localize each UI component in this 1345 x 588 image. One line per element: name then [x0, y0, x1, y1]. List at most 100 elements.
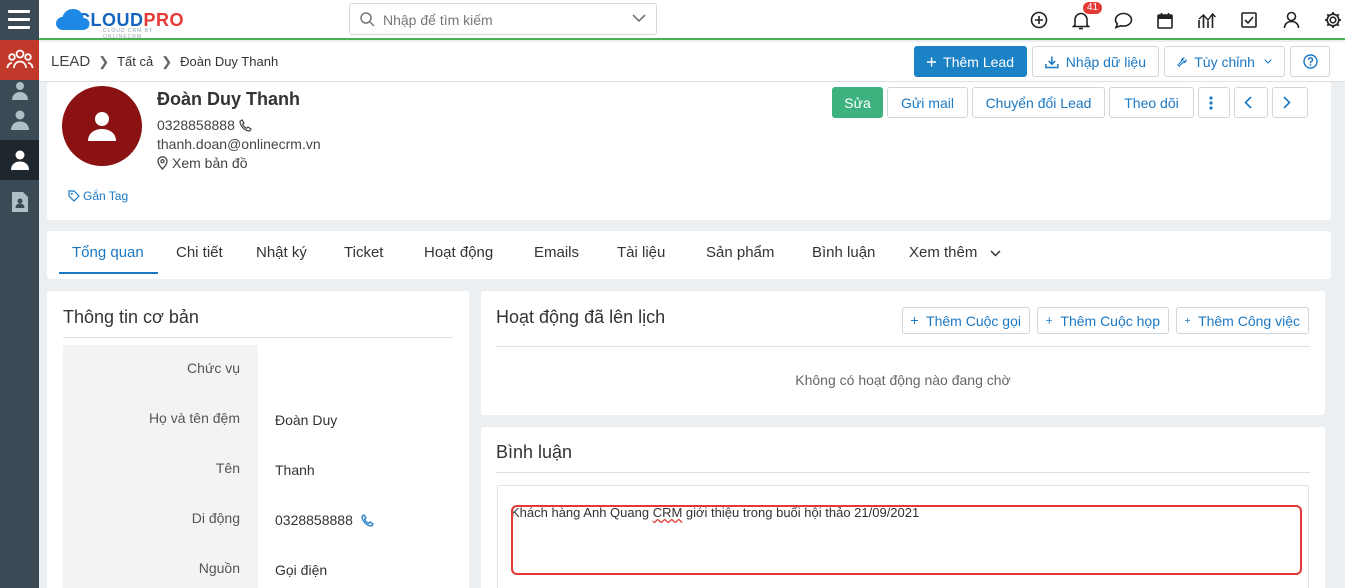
lead-email[interactable]: thanh.doan@onlinecrm.vn — [157, 136, 321, 152]
breadcrumb-bar: LEAD ❯ Tất cả ❯ Đoàn Duy Thanh Thêm Lead… — [39, 42, 1345, 82]
map-pin-icon — [157, 156, 168, 170]
chevron-down-icon[interactable] — [632, 14, 646, 23]
help-icon — [1302, 54, 1318, 69]
notification-badge: 41 — [1083, 2, 1103, 14]
bell-icon[interactable]: 41 — [1060, 0, 1103, 40]
send-mail-button[interactable]: Gửi mail — [887, 87, 968, 118]
lead-header-card: Đoàn Duy Thanh 0328858888 thanh.doan@onl… — [47, 82, 1331, 220]
search-input[interactable] — [383, 9, 623, 31]
tab-more[interactable]: Xem thêm — [909, 244, 1001, 261]
import-data-button[interactable]: Nhập dữ liệu — [1032, 46, 1159, 77]
phone-icon[interactable] — [239, 118, 252, 132]
add-task-button[interactable]: Thêm Công việc — [1176, 307, 1309, 334]
map-link[interactable]: Xem bản đồ — [157, 155, 248, 171]
field-value-source[interactable]: Gọi điện — [275, 562, 327, 578]
chat-icon[interactable] — [1102, 0, 1144, 40]
menu-icon[interactable] — [0, 0, 39, 40]
breadcrumb-filter[interactable]: Tất cả — [117, 54, 153, 69]
empty-activities-message: Không có hoạt động nào đang chờ — [795, 372, 1011, 388]
logo-tagline: CLOUD CRM BY ONLINECRM — [103, 28, 154, 40]
chevron-left-icon — [1243, 96, 1252, 109]
add-task-label: Thêm Công việc — [1198, 312, 1300, 329]
phone-icon[interactable] — [361, 513, 374, 527]
tab-emails[interactable]: Emails — [534, 244, 579, 261]
field-value-mobile[interactable]: 0328858888 — [275, 512, 374, 528]
rail-leads-icon[interactable] — [0, 40, 39, 80]
tab-documents[interactable]: Tài liệu — [617, 244, 665, 261]
field-label-mobile: Di động — [191, 510, 240, 526]
highlight-annotation-box — [511, 505, 1302, 575]
tab-activities[interactable]: Hoạt động — [424, 244, 493, 261]
rail-person-icon[interactable] — [0, 140, 39, 180]
chevron-down-icon — [990, 250, 1001, 257]
more-vertical-icon — [1208, 95, 1213, 110]
add-tag-label: Gắn Tag — [83, 189, 129, 203]
breadcrumb: LEAD ❯ Tất cả ❯ Đoàn Duy Thanh — [51, 53, 278, 70]
lead-phone-line: 0328858888 — [157, 117, 252, 133]
add-lead-label: Thêm Lead — [943, 53, 1014, 70]
mobile-number: 0328858888 — [275, 512, 353, 528]
tab-comments[interactable]: Bình luận — [812, 244, 875, 261]
plus-icon — [1046, 317, 1053, 324]
convert-lead-button[interactable]: Chuyển đổi Lead — [972, 87, 1105, 118]
cloudpro-logo[interactable]: CLOUDPRO CLOUD CRM BY ONLINECRM — [55, 6, 185, 40]
tab-log[interactable]: Nhật ký — [256, 244, 307, 261]
avatar[interactable] — [62, 86, 142, 166]
help-button[interactable] — [1290, 46, 1330, 77]
logo-accent: PRO — [143, 9, 185, 30]
field-label-position: Chức vụ — [187, 360, 240, 376]
add-call-label: Thêm Cuộc gọi — [926, 312, 1021, 329]
previous-record-button[interactable] — [1234, 87, 1268, 118]
scheduled-activities-title: Hoạt động đã lên lịch — [496, 307, 666, 327]
breadcrumb-separator: ❯ — [161, 53, 173, 69]
breadcrumb-separator: ❯ — [98, 53, 110, 69]
follow-button[interactable]: Theo dõi — [1109, 87, 1194, 118]
divider — [496, 346, 1310, 347]
tab-ticket[interactable]: Ticket — [344, 244, 383, 261]
divider — [63, 337, 453, 338]
cloud-logo-icon — [56, 9, 90, 30]
customize-button[interactable]: Tùy chỉnh — [1164, 46, 1285, 77]
person-avatar-icon — [88, 112, 116, 141]
add-lead-button[interactable]: Thêm Lead — [914, 46, 1027, 77]
more-actions-button[interactable] — [1198, 87, 1230, 118]
global-search[interactable] — [349, 3, 657, 35]
search-icon — [360, 12, 375, 27]
field-value-name[interactable]: Thanh — [275, 462, 315, 478]
tab-details[interactable]: Chi tiết — [176, 244, 223, 261]
add-meeting-button[interactable]: Thêm Cuộc họp — [1037, 307, 1169, 334]
edit-button[interactable]: Sửa — [832, 87, 883, 118]
lead-phone: 0328858888 — [157, 117, 235, 133]
tab-overview[interactable]: Tổng quan — [72, 244, 144, 261]
settings-gear-icon[interactable] — [1312, 0, 1345, 40]
download-icon — [1045, 55, 1059, 68]
field-label-first-middle-name: Họ và tên đệm — [148, 410, 240, 426]
comments-title: Bình luận — [496, 442, 573, 462]
top-bar: CLOUDPRO CLOUD CRM BY ONLINECRM 41 — [39, 0, 1345, 40]
field-value-first-middle-name[interactable]: Đoàn Duy — [275, 412, 337, 428]
tab-more-label: Xem thêm — [909, 244, 978, 261]
add-icon[interactable] — [1018, 0, 1060, 40]
calendar-icon[interactable] — [1144, 0, 1186, 40]
basic-info-title: Thông tin cơ bản — [63, 307, 199, 327]
divider — [496, 472, 1310, 473]
rail-contacts-icon[interactable] — [0, 80, 39, 100]
customize-label: Tùy chỉnh — [1194, 53, 1255, 70]
lead-name: Đoàn Duy Thanh — [157, 89, 300, 109]
next-record-button[interactable] — [1272, 87, 1308, 118]
user-profile-icon[interactable] — [1270, 0, 1312, 40]
basic-info-panel: Thông tin cơ bản Chức vụ Họ và tên đệm Đ… — [47, 291, 469, 588]
rail-document-icon[interactable] — [0, 182, 39, 222]
task-check-icon[interactable] — [1228, 0, 1270, 40]
breadcrumb-module[interactable]: LEAD — [51, 53, 90, 70]
add-meeting-label: Thêm Cuộc họp — [1060, 312, 1160, 329]
report-chart-icon[interactable] — [1186, 0, 1228, 40]
rail-accounts-icon[interactable] — [0, 100, 39, 140]
tab-products[interactable]: Sản phẩm — [706, 244, 774, 261]
breadcrumb-record: Đoàn Duy Thanh — [180, 54, 279, 69]
chevron-right-icon — [1282, 96, 1291, 109]
tag-icon — [68, 190, 80, 202]
add-call-button[interactable]: Thêm Cuộc gọi — [902, 307, 1030, 334]
scheduled-activities-panel: Hoạt động đã lên lịch Thêm Cuộc gọi Thêm… — [481, 291, 1325, 415]
add-tag-link[interactable]: Gắn Tag — [68, 189, 128, 203]
